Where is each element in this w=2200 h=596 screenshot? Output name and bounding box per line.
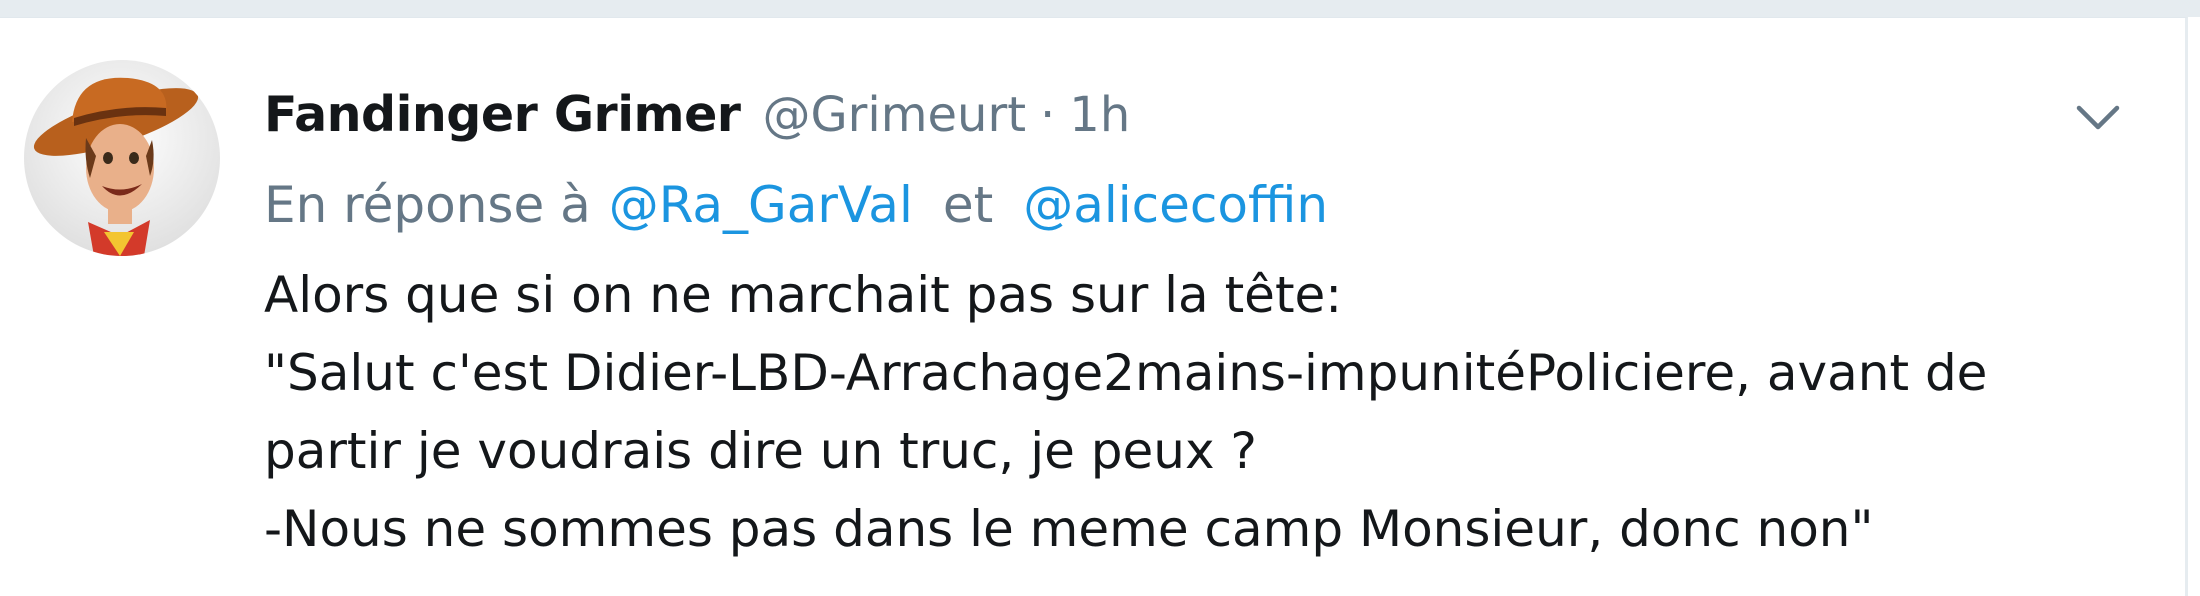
tweet-text: Alors que si on ne marchait pas sur la t… (264, 256, 2144, 568)
timeline-background-strip (0, 0, 2200, 17)
tweet-card[interactable]: Fandinger Grimer @Grimeurt · 1h En répon… (0, 17, 2188, 596)
tweet-text-line: partir je voudrais dire un truc, je peux… (264, 422, 1257, 480)
user-handle[interactable]: @Grimeurt (762, 87, 1026, 143)
reply-prefix: En réponse à (264, 176, 591, 234)
mention-link-1[interactable]: @Ra_GarVal (609, 176, 913, 234)
tweet-timestamp[interactable]: 1h (1069, 87, 1130, 143)
chevron-down-icon[interactable] (2073, 100, 2123, 134)
header-separator: · (1040, 87, 1056, 143)
display-name[interactable]: Fandinger Grimer (264, 86, 741, 143)
tweet-text-line: -Nous ne sommes pas dans le meme camp Mo… (264, 500, 1874, 558)
avatar[interactable] (24, 60, 220, 256)
reply-conjunction: et (942, 176, 994, 234)
mention-link-2[interactable]: @alicecoffin (1023, 176, 1328, 234)
tweet-text-line: "Salut c'est Didier-LBD-Arrachage2mains-… (264, 344, 1988, 402)
reply-context: En réponse à @Ra_GarVal et @alicecoffin (264, 176, 1328, 234)
tweet-text-line: Alors que si on ne marchait pas sur la t… (264, 266, 1343, 324)
tweet-header: Fandinger Grimer @Grimeurt · 1h (264, 86, 1130, 156)
avatar-cowboy-figure-icon (33, 77, 199, 256)
